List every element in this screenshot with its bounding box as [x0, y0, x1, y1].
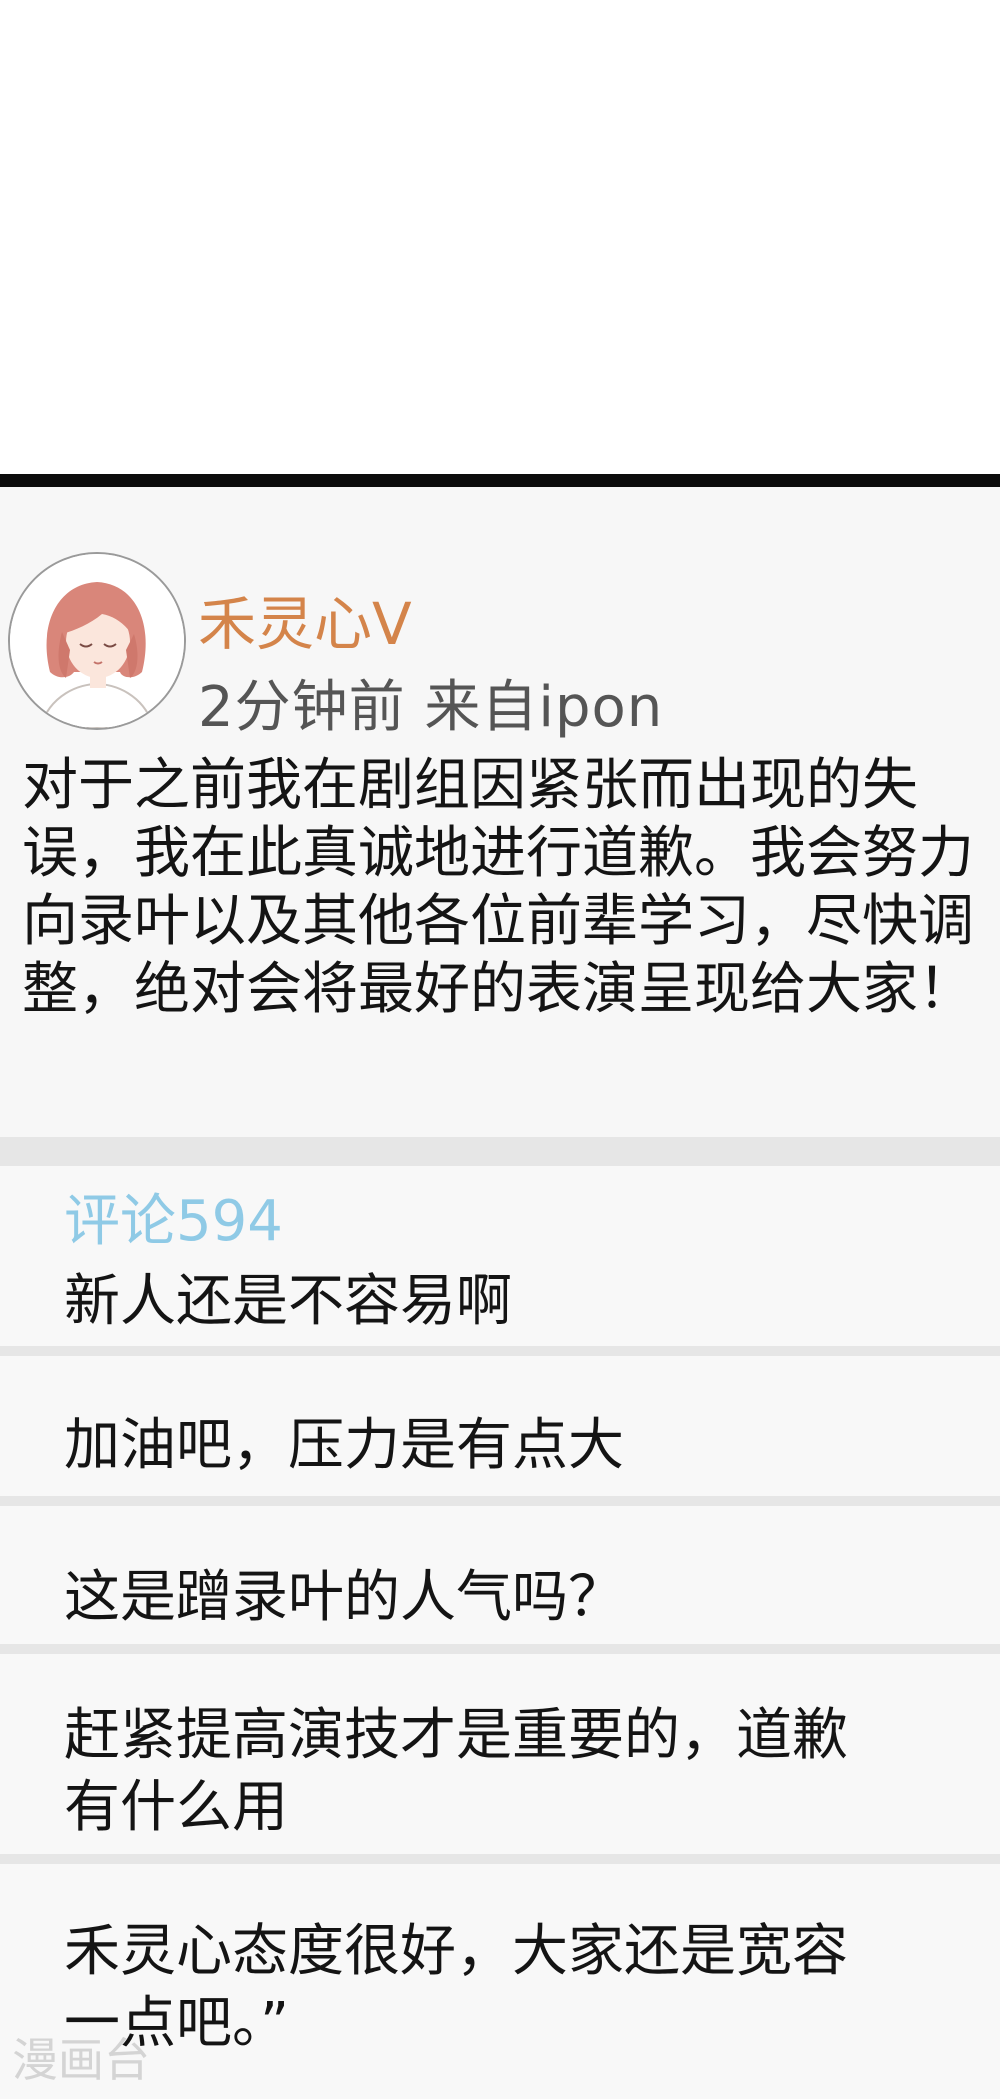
comment-text-5: 禾灵心态度很好，大家还是宽容一点吧。” — [64, 1919, 848, 2056]
comment-text-4: 赶紧提高演技才是重要的，道歉有什么用 — [64, 1703, 848, 1840]
comment-gap — [0, 1346, 1000, 1356]
blank-top-area — [0, 0, 1000, 474]
post-username[interactable]: 禾灵心V — [198, 590, 412, 658]
comment-gap — [0, 1854, 1000, 1864]
avatar[interactable] — [8, 552, 186, 730]
comment-text-3: 这是蹭录叶的人气吗？ — [64, 1565, 624, 1630]
section-gap — [0, 1137, 1000, 1166]
post-body: 对于之前我在剧组因紧张而出现的失误，我在此真诚地进行道歉。我会努力向录叶以及其他… — [22, 753, 974, 1022]
watermark-logo: 漫画台 — [12, 2033, 150, 2087]
comments-header[interactable]: 评论594 — [64, 1188, 283, 1256]
comment-gap — [0, 1644, 1000, 1654]
girl-avatar-icon — [10, 554, 184, 728]
comment-text-2: 加油吧，压力是有点大 — [64, 1413, 624, 1478]
divider-bar — [0, 474, 1000, 487]
comment-text-1: 新人还是不容易啊 — [64, 1269, 512, 1334]
post-meta: 2分钟前 来自ipon — [198, 675, 664, 740]
comment-gap — [0, 1496, 1000, 1506]
